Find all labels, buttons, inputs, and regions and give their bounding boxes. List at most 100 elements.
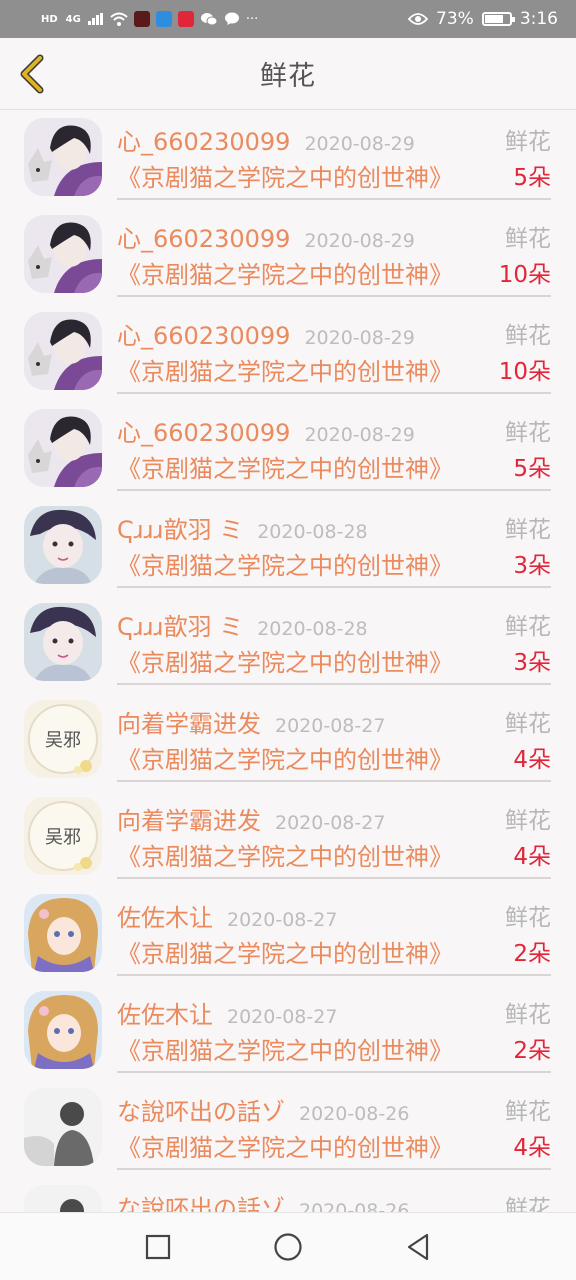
user-name-text: 心_660230099 [117,128,291,156]
gift-quantity: 4朵 [513,844,551,870]
user-name-text: な說吥出の話ゾ [117,1195,285,1212]
book-title[interactable]: 《京剧猫之学院之中的创世神》 [117,1128,453,1163]
book-title[interactable]: 《京剧猫之学院之中的创世神》 [117,837,453,872]
list-item-info: Ҁɹɹɹ歆羽 ミ 2020-08-28 鲜花《京剧猫之学院之中的创世神》 3朵 [117,597,551,685]
gift-date: 2020-08-27 [275,715,386,737]
list-item-info: 佐佐木让 2020-08-27 鲜花 《京剧猫之学院之中的创世神》 2朵 [117,985,551,1073]
battery-icon [481,12,515,26]
gift-type: 鲜花 [505,420,551,446]
avatar[interactable] [24,1088,102,1166]
avatar[interactable] [24,118,102,196]
avatar[interactable] [24,1185,102,1212]
gift-type: 鲜花 [505,323,551,349]
book-title[interactable]: 《京剧猫之学院之中的创世神》 [117,449,453,484]
list-item[interactable]: 心_660230099 2020-08-29 鲜花 《京剧猫之学院之中的创世神》 10朵 [0,209,576,306]
user-name[interactable]: 向着学霸进发 2020-08-27 [117,704,385,739]
avatar[interactable] [24,409,102,487]
app-notification-icon [133,11,150,27]
book-title[interactable]: 《京剧猫之学院之中的创世神》 [117,740,453,775]
gift-quantity: 4朵 [513,747,551,773]
user-name-text: 向着学霸进发 [117,710,261,738]
user-name[interactable]: 心_660230099 2020-08-29 [117,413,415,448]
user-name[interactable]: 佐佐木让 2020-08-27 [117,898,337,933]
signal-icon [87,13,103,25]
gift-date: 2020-08-27 [227,909,338,931]
avatar[interactable] [24,215,102,293]
book-title[interactable]: 《京剧猫之学院之中的创世神》 [117,934,453,969]
book-title[interactable]: 《京剧猫之学院之中的创世神》 [117,546,453,581]
avatar[interactable] [24,312,102,390]
list-item[interactable]: Ҁɹɹɹ歆羽 ミ 2020-08-28 鲜花 《京剧猫之学院之中的创世神》 3朵 [0,500,576,597]
list-item[interactable]: な說吥出の話ゾ 2020-08-26 鲜花 [0,1179,576,1212]
list-item[interactable]: 佐佐木让 2020-08-27 鲜花 《京剧猫之学院之中的创世神》 2朵 [0,985,576,1082]
gift-date: 2020-08-29 [304,133,415,155]
user-name-text: 佐佐木让 [117,1001,213,1029]
list-item-info: 向着学霸进发 2020-08-27 鲜花 《京剧猫之学院之中的创世神》 4朵 [117,791,551,879]
recents-button[interactable] [138,1227,178,1267]
gift-type: 鲜花 [505,1002,551,1028]
list-item-info: Ҁɹɹɹ歆羽 ミ 2020-08-28 鲜花 《京剧猫之学院之中的创世神》 3朵 [117,500,551,588]
list-item[interactable]: な說吥出の話ゾ 2020-08-26 鲜花 《京剧猫之学院之中的创世神》 4朵 [0,1082,576,1179]
user-name[interactable]: な說吥出の話ゾ 2020-08-26 [117,1092,409,1127]
gift-type: 鲜花 [505,226,551,252]
user-name[interactable]: 心_660230099 2020-08-29 [117,122,415,157]
list-item-info: な說吥出の話ゾ 2020-08-26 鲜花 《京剧猫之学院之中的创世神》 4朵 [117,1082,551,1170]
gift-record-list[interactable]: 心_660230099 2020-08-29 鲜花 《京剧猫之学院之中的创世神》 5朵心… [0,112,576,1212]
book-title[interactable]: 《京剧猫之学院之中的创世神》 [117,255,453,290]
avatar[interactable]: 吴邪 [24,797,102,875]
gift-quantity: 3朵 [513,650,551,676]
home-button[interactable] [268,1227,308,1267]
book-title[interactable]: 《京剧猫之学院之中的创世神》 [117,1031,453,1066]
avatar[interactable]: 吴邪 [24,700,102,778]
user-name[interactable]: な說吥出の話ゾ 2020-08-26 [117,1189,409,1212]
back-button[interactable] [12,52,52,96]
status-right: 73% 3:16 [408,9,558,29]
page-title: 鲜花 [260,61,316,92]
list-item-info: な說吥出の話ゾ 2020-08-26 鲜花 [117,1179,551,1212]
list-item-info: 向着学霸进发 2020-08-27 鲜花《京剧猫之学院之中的创世神》 4朵 [117,694,551,782]
gift-type: 鲜花 [505,614,551,640]
list-item[interactable]: 心_660230099 2020-08-29 鲜花 《京剧猫之学院之中的创世神》 10朵 [0,306,576,403]
book-title[interactable]: 《京剧猫之学院之中的创世神》 [117,158,453,193]
system-nav-bar [0,1212,576,1280]
gift-date: 2020-08-28 [257,521,368,543]
avatar[interactable] [24,603,102,681]
gift-type: 鲜花 [505,905,551,931]
book-title[interactable]: 《京剧猫之学院之中的创世神》 [117,643,453,678]
circle-nav-icon [274,1232,302,1261]
user-name[interactable]: 心_660230099 2020-08-29 [117,219,415,254]
user-name[interactable]: 向着学霸进发 2020-08-27 [117,801,385,836]
user-name-text: 向着学霸进发 [117,807,261,835]
gift-quantity: 3朵 [513,553,551,579]
avatar[interactable] [24,894,102,972]
gift-type: 鲜花 [505,129,551,155]
list-item[interactable]: 吴邪 向着学霸进发 2020-08-27 鲜花《京剧猫之学院之中的创世神》 4朵 [0,694,576,791]
list-item-info: 心_660230099 2020-08-29 鲜花 《京剧猫之学院之中的创世神》 5朵 [117,403,551,491]
message-icon [224,12,239,25]
gift-date: 2020-08-27 [227,1006,338,1028]
gift-type: 鲜花 [505,711,551,737]
network-indicator: 4G [65,13,81,25]
user-name-text: Ҁɹɹɹ歆羽 ミ [117,613,244,641]
user-name[interactable]: Ҁɹɹɹ歆羽 ミ 2020-08-28 [117,510,368,545]
clock: 3:16 [519,9,558,29]
avatar[interactable] [24,506,102,584]
more-notifications: ··· [245,11,259,27]
list-item[interactable]: 心_660230099 2020-08-29 鲜花 《京剧猫之学院之中的创世神》 5朵 [0,403,576,500]
list-item[interactable]: 佐佐木让 2020-08-27 鲜花 《京剧猫之学院之中的创世神》 2朵 [0,888,576,985]
nav-back-button[interactable] [398,1227,438,1267]
user-name[interactable]: 佐佐木让 2020-08-27 [117,995,337,1030]
user-name[interactable]: 心_660230099 2020-08-29 [117,316,415,351]
list-item[interactable]: Ҁɹɹɹ歆羽 ミ 2020-08-28 鲜花《京剧猫之学院之中的创世神》 3朵 [0,597,576,694]
avatar[interactable] [24,991,102,1069]
list-item-info: 心_660230099 2020-08-29 鲜花 《京剧猫之学院之中的创世神》 10朵 [117,209,551,297]
list-item[interactable]: 心_660230099 2020-08-29 鲜花 《京剧猫之学院之中的创世神》 5朵 [0,112,576,209]
list-item[interactable]: 吴邪 向着学霸进发 2020-08-27 鲜花 《京剧猫之学院之中的创世神》 4朵 [0,791,576,888]
svg-text:吴邪: 吴邪 [45,730,81,751]
gift-date: 2020-08-29 [304,230,415,252]
app-notification-icon [177,11,194,27]
user-name[interactable]: Ҁɹɹɹ歆羽 ミ 2020-08-28 [117,607,368,642]
book-title[interactable]: 《京剧猫之学院之中的创世神》 [117,352,453,387]
user-name-text: 心_660230099 [117,225,291,253]
status-left: HD 4G ··· [40,11,408,27]
